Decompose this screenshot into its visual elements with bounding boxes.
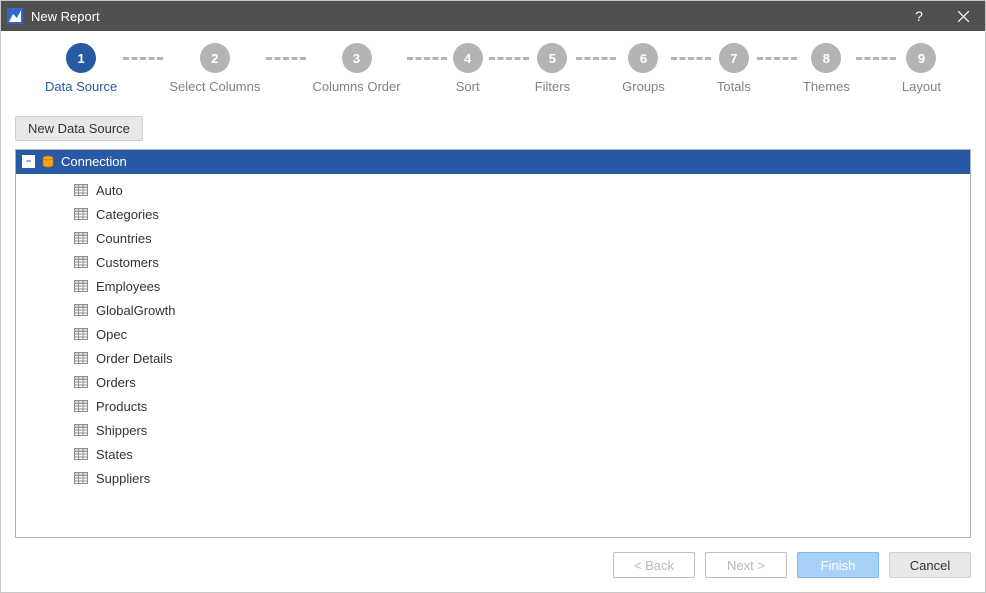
step-connector bbox=[671, 43, 711, 73]
close-button[interactable] bbox=[941, 1, 985, 31]
cancel-button[interactable]: Cancel bbox=[889, 552, 971, 578]
tree-item[interactable]: Employees bbox=[16, 275, 970, 297]
step-connector bbox=[489, 43, 529, 73]
step-number: 2 bbox=[200, 43, 230, 73]
table-icon bbox=[74, 376, 88, 388]
tree-item[interactable]: Orders bbox=[16, 371, 970, 393]
window-title: New Report bbox=[31, 9, 100, 24]
table-icon bbox=[74, 424, 88, 436]
step-themes[interactable]: 8 Themes bbox=[803, 43, 850, 94]
step-number: 7 bbox=[719, 43, 749, 73]
step-columns-order[interactable]: 3 Columns Order bbox=[312, 43, 400, 94]
finish-button[interactable]: Finish bbox=[797, 552, 879, 578]
tree-root-label: Connection bbox=[61, 154, 127, 169]
tree-item-label: Auto bbox=[96, 183, 123, 198]
tree-item[interactable]: GlobalGrowth bbox=[16, 299, 970, 321]
table-icon bbox=[74, 352, 88, 364]
step-label: Groups bbox=[622, 79, 665, 94]
step-totals[interactable]: 7 Totals bbox=[717, 43, 751, 94]
table-icon bbox=[74, 304, 88, 316]
tree-item[interactable]: Shippers bbox=[16, 419, 970, 441]
step-filters[interactable]: 5 Filters bbox=[535, 43, 570, 94]
step-number: 9 bbox=[906, 43, 936, 73]
step-label: Filters bbox=[535, 79, 570, 94]
step-connector bbox=[576, 43, 616, 73]
tree-item[interactable]: Countries bbox=[16, 227, 970, 249]
step-label: Layout bbox=[902, 79, 941, 94]
content-area: 1 Data Source 2 Select Columns 3 Columns Orde… bbox=[1, 31, 985, 592]
table-icon bbox=[74, 208, 88, 220]
step-label: Columns Order bbox=[312, 79, 400, 94]
step-number: 5 bbox=[537, 43, 567, 73]
step-groups[interactable]: 6 Groups bbox=[622, 43, 665, 94]
tree-item-label: Categories bbox=[96, 207, 159, 222]
tree-item-label: Suppliers bbox=[96, 471, 150, 486]
table-icon bbox=[74, 256, 88, 268]
database-icon bbox=[41, 155, 55, 169]
wizard-window: New Report ? 1 Data Source 2 Select Columns… bbox=[0, 0, 986, 593]
tree-item-label: Shippers bbox=[96, 423, 147, 438]
step-label: Data Source bbox=[45, 79, 117, 94]
step-number: 3 bbox=[342, 43, 372, 73]
tree-item[interactable]: Opec bbox=[16, 323, 970, 345]
tree-item[interactable]: Products bbox=[16, 395, 970, 417]
tree-item[interactable]: Auto bbox=[16, 179, 970, 201]
table-icon bbox=[74, 280, 88, 292]
step-connector bbox=[407, 43, 447, 73]
back-button[interactable]: < Back bbox=[613, 552, 695, 578]
tree-item-label: Customers bbox=[96, 255, 159, 270]
data-source-tree: − Connection Auto Categories Countries Cust… bbox=[15, 149, 971, 538]
step-number: 1 bbox=[66, 43, 96, 73]
tree-item-label: Products bbox=[96, 399, 147, 414]
next-button[interactable]: Next > bbox=[705, 552, 787, 578]
tree-item-label: Orders bbox=[96, 375, 136, 390]
step-connector bbox=[856, 43, 896, 73]
step-number: 4 bbox=[453, 43, 483, 73]
tree-item[interactable]: Customers bbox=[16, 251, 970, 273]
tree-item-label: Order Details bbox=[96, 351, 173, 366]
tree-children: Auto Categories Countries Customers Employee… bbox=[16, 174, 970, 494]
tree-item-label: Opec bbox=[96, 327, 127, 342]
toolbar: New Data Source bbox=[15, 116, 971, 141]
tree-item-label: Employees bbox=[96, 279, 160, 294]
tree-item[interactable]: States bbox=[16, 443, 970, 465]
table-icon bbox=[74, 472, 88, 484]
tree-item-label: States bbox=[96, 447, 133, 462]
step-sort[interactable]: 4 Sort bbox=[453, 43, 483, 94]
step-label: Themes bbox=[803, 79, 850, 94]
step-label: Sort bbox=[456, 79, 480, 94]
table-icon bbox=[74, 232, 88, 244]
step-connector bbox=[757, 43, 797, 73]
help-button[interactable]: ? bbox=[897, 1, 941, 31]
tree-item[interactable]: Categories bbox=[16, 203, 970, 225]
new-data-source-button[interactable]: New Data Source bbox=[15, 116, 143, 141]
tree-item-label: Countries bbox=[96, 231, 152, 246]
wizard-stepper: 1 Data Source 2 Select Columns 3 Columns Orde… bbox=[15, 31, 971, 98]
collapse-icon[interactable]: − bbox=[22, 155, 35, 168]
step-label: Select Columns bbox=[169, 79, 260, 94]
step-number: 8 bbox=[811, 43, 841, 73]
table-icon bbox=[74, 184, 88, 196]
step-connector bbox=[123, 43, 163, 73]
step-connector bbox=[266, 43, 306, 73]
tree-item[interactable]: Suppliers bbox=[16, 467, 970, 489]
tree-item-label: GlobalGrowth bbox=[96, 303, 175, 318]
step-select-columns[interactable]: 2 Select Columns bbox=[169, 43, 260, 94]
app-icon bbox=[7, 8, 23, 24]
table-icon bbox=[74, 400, 88, 412]
step-layout[interactable]: 9 Layout bbox=[902, 43, 941, 94]
wizard-footer: < Back Next > Finish Cancel bbox=[15, 552, 971, 578]
step-data-source[interactable]: 1 Data Source bbox=[45, 43, 117, 94]
step-number: 6 bbox=[628, 43, 658, 73]
titlebar: New Report ? bbox=[1, 1, 985, 31]
tree-root-connection[interactable]: − Connection bbox=[16, 150, 970, 174]
step-label: Totals bbox=[717, 79, 751, 94]
table-icon bbox=[74, 448, 88, 460]
table-icon bbox=[74, 328, 88, 340]
tree-item[interactable]: Order Details bbox=[16, 347, 970, 369]
